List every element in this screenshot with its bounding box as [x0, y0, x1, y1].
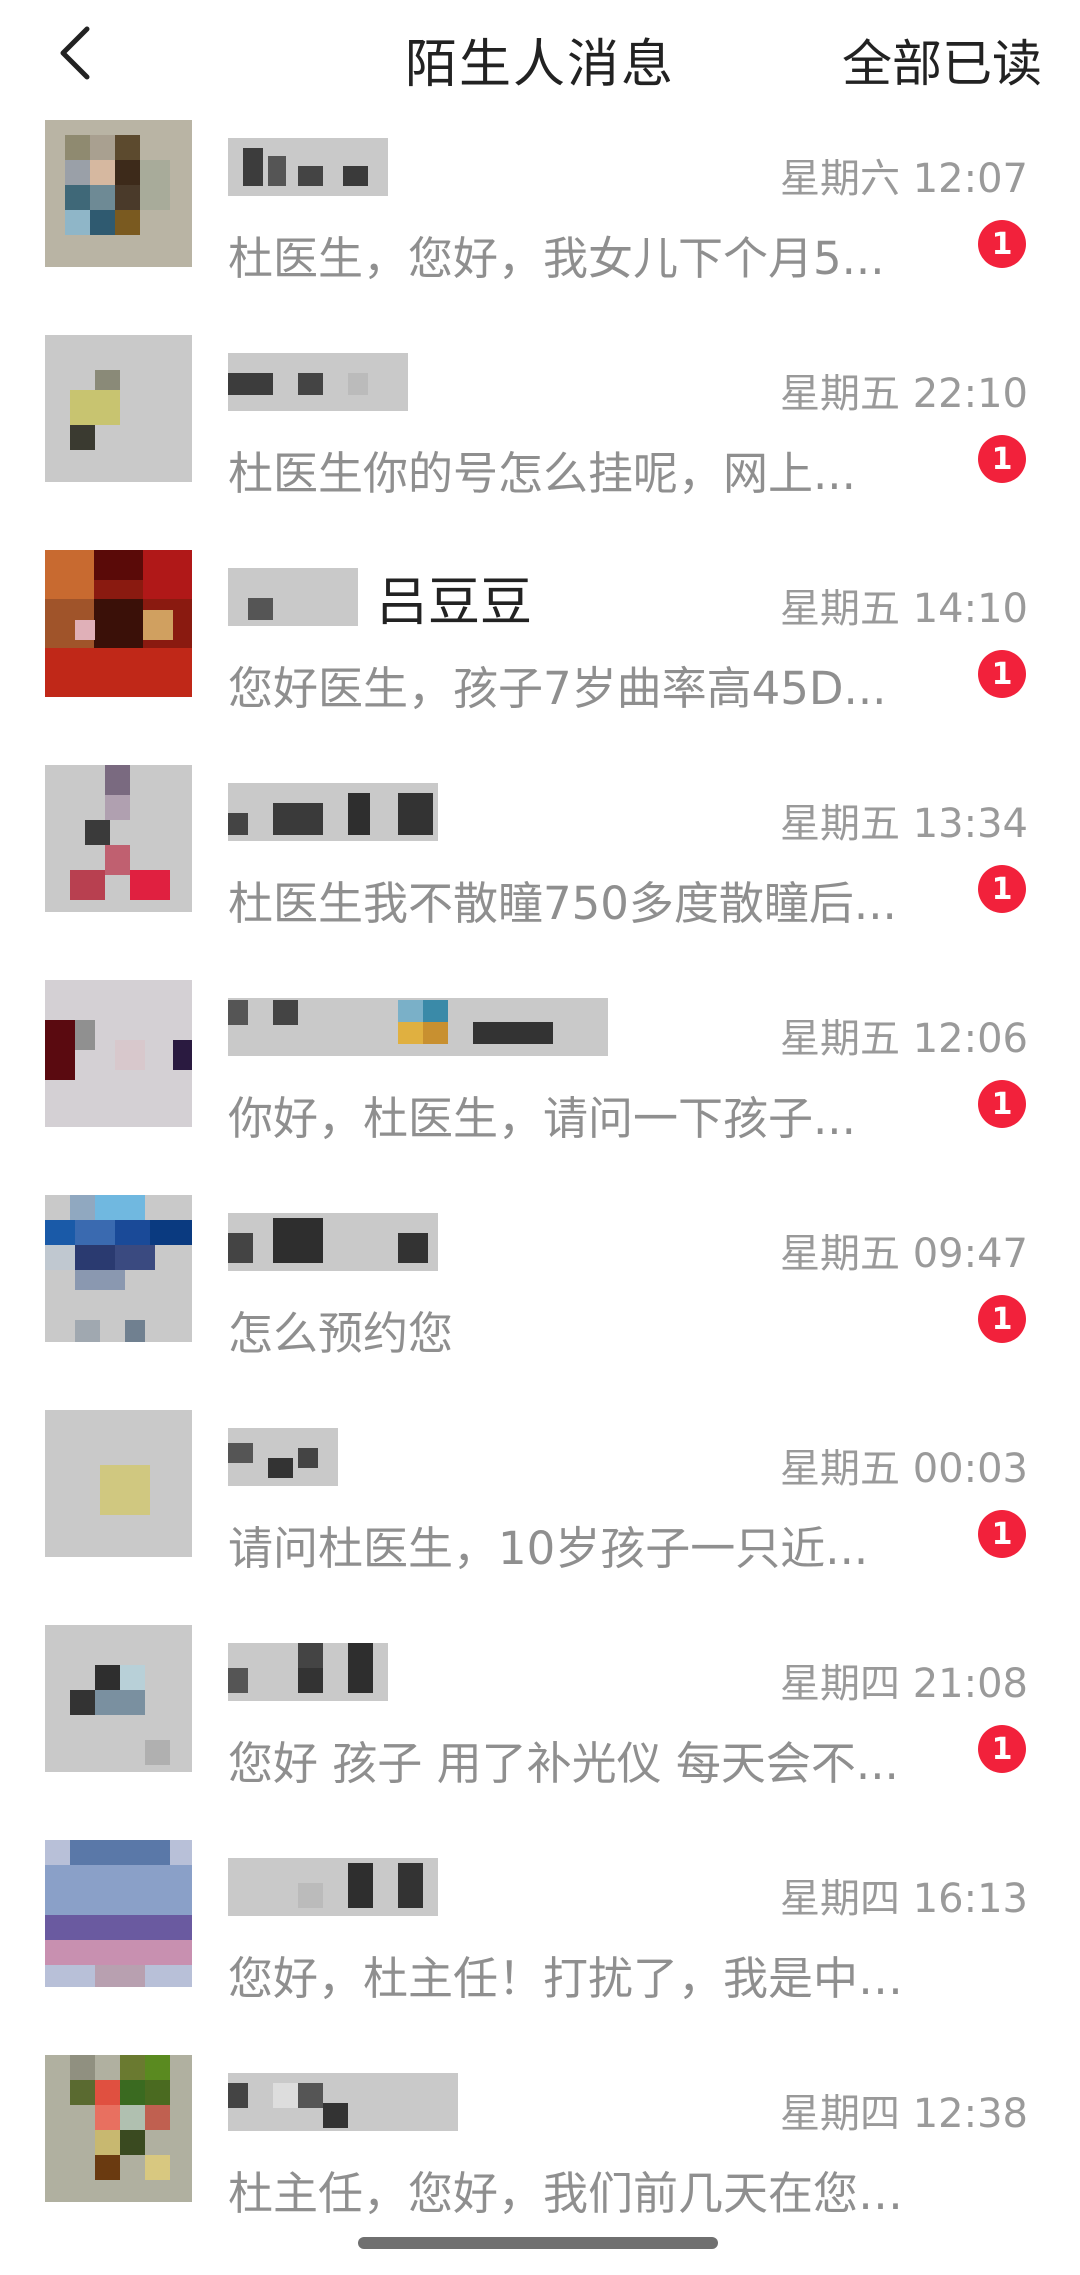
- contact-name: [228, 138, 388, 196]
- blurred-name: [228, 138, 388, 196]
- contact-name: [228, 1213, 438, 1271]
- unread-badge: 1: [978, 220, 1026, 268]
- message-preview: 杜医生我不散瞳750多度散瞳后...: [228, 877, 897, 930]
- conversation-list: 星期六 12:07 杜医生，您好，我女儿下个月5... 1 星期五 22:10 …: [0, 110, 1080, 2260]
- conversation-row[interactable]: 星期四 16:13 您好，杜主任！打扰了，我是中秋...: [0, 1830, 1080, 2045]
- contact-name: [228, 783, 438, 841]
- blurred-name: [228, 1428, 338, 1486]
- blurred-name: [228, 998, 608, 1056]
- avatar[interactable]: [45, 2055, 192, 2202]
- header-bar: 陌生人消息 全部已读: [0, 0, 1080, 110]
- avatar[interactable]: [45, 1195, 192, 1342]
- blurred-name: [228, 1213, 438, 1271]
- unread-badge: 1: [978, 650, 1026, 698]
- unread-badge: 1: [978, 1725, 1026, 1773]
- message-time: 星期六 12:07: [780, 156, 1028, 202]
- conversation-row[interactable]: 星期五 13:34 杜医生我不散瞳750多度散瞳后... 1: [0, 755, 1080, 970]
- message-time: 星期五 14:10: [780, 586, 1028, 632]
- avatar[interactable]: [45, 1840, 192, 1987]
- conversation-row[interactable]: 星期四 21:08 您好 孩子 用了补光仪 每天会不... 1: [0, 1615, 1080, 1830]
- conversation-row[interactable]: 星期五 12:06 你好，杜医生，请问一下孩子... 1: [0, 970, 1080, 1185]
- contact-name-text: 吕豆豆: [376, 572, 533, 633]
- unread-badge: 1: [978, 1295, 1026, 1343]
- message-preview: 杜主任，您好，我们前几天在您那...: [228, 2167, 938, 2220]
- conversation-row[interactable]: 星期五 22:10 杜医生你的号怎么挂呢，网上... 1: [0, 325, 1080, 540]
- message-preview: 请问杜医生，10岁孩子一只近...: [228, 1522, 869, 1575]
- contact-name: [228, 1428, 338, 1486]
- message-time: 星期五 22:10: [780, 371, 1028, 417]
- contact-name: [228, 998, 608, 1056]
- message-preview: 您好 孩子 用了补光仪 每天会不...: [228, 1737, 899, 1790]
- avatar[interactable]: [45, 335, 192, 482]
- message-time: 星期五 13:34: [780, 801, 1028, 847]
- unread-badge: 1: [978, 1080, 1026, 1128]
- conversation-row[interactable]: 星期六 12:07 杜医生，您好，我女儿下个月5... 1: [0, 110, 1080, 325]
- home-indicator[interactable]: [358, 2237, 718, 2249]
- message-preview: 杜医生你的号怎么挂呢，网上...: [228, 447, 856, 500]
- message-time: 星期四 21:08: [780, 1661, 1028, 1707]
- message-preview: 怎么预约您: [228, 1307, 454, 1360]
- message-preview: 您好医生，孩子7岁曲率高45D...: [228, 662, 887, 715]
- contact-name: [228, 1858, 438, 1916]
- avatar[interactable]: [45, 550, 192, 697]
- blurred-name: [228, 783, 438, 841]
- conversation-row[interactable]: 星期四 12:38 杜主任，您好，我们前几天在您那...: [0, 2045, 1080, 2260]
- blurred-name: [228, 1858, 438, 1916]
- message-time: 星期四 16:13: [780, 1876, 1028, 1922]
- avatar[interactable]: [45, 765, 192, 912]
- avatar[interactable]: [45, 1410, 192, 1557]
- avatar[interactable]: [45, 1625, 192, 1772]
- blurred-name: [228, 1643, 388, 1701]
- blurred-name: [228, 568, 358, 626]
- avatar[interactable]: [45, 120, 192, 267]
- contact-name: [228, 1643, 388, 1701]
- conversation-row[interactable]: 星期五 00:03 请问杜医生，10岁孩子一只近... 1: [0, 1400, 1080, 1615]
- blurred-name: [228, 353, 408, 411]
- conversation-row[interactable]: 星期五 09:47 怎么预约您 1: [0, 1185, 1080, 1400]
- contact-name: [228, 2073, 458, 2131]
- avatar[interactable]: [45, 980, 192, 1127]
- unread-badge: 1: [978, 1510, 1026, 1558]
- message-time: 星期五 09:47: [780, 1231, 1028, 1277]
- message-preview: 杜医生，您好，我女儿下个月5...: [228, 232, 885, 285]
- message-preview: 您好，杜主任！打扰了，我是中秋...: [228, 1952, 938, 2005]
- mark-all-read-button[interactable]: 全部已读: [842, 24, 1042, 96]
- message-time: 星期四 12:38: [780, 2091, 1028, 2137]
- contact-name: 吕豆豆: [228, 568, 532, 633]
- conversation-row[interactable]: 吕豆豆 星期五 14:10 您好医生，孩子7岁曲率高45D... 1: [0, 540, 1080, 755]
- unread-badge: 1: [978, 865, 1026, 913]
- contact-name: [228, 353, 408, 411]
- message-time: 星期五 12:06: [780, 1016, 1028, 1062]
- message-preview: 你好，杜医生，请问一下孩子...: [228, 1092, 856, 1145]
- unread-badge: 1: [978, 435, 1026, 483]
- message-time: 星期五 00:03: [780, 1446, 1028, 1492]
- blurred-name: [228, 2073, 458, 2131]
